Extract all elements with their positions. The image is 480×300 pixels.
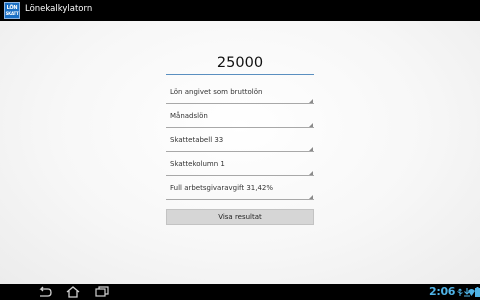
- salary-type-spinner[interactable]: Lön angivet som bruttolön: [166, 86, 314, 104]
- spinner-label: Lön angivet som bruttolön: [170, 88, 263, 96]
- spinner-label: Månadslön: [170, 112, 208, 120]
- system-bar: 2:06: [0, 284, 480, 300]
- dropdown-corner-icon: [309, 195, 313, 199]
- app-title: Lönekalkylatorn: [25, 4, 93, 14]
- wifi-icon: [468, 289, 475, 296]
- logo-text-bottom: SKATT: [5, 10, 19, 16]
- period-spinner[interactable]: Månadslön: [166, 110, 314, 128]
- spinner-underline: [166, 127, 314, 128]
- tax-table-spinner[interactable]: Skattetabell 33: [166, 134, 314, 152]
- dropdown-corner-icon: [309, 123, 313, 127]
- spinner-underline: [166, 103, 314, 104]
- spinner-label: Skattekolumn 1: [170, 160, 225, 168]
- main-content: 25000 Lön angivet som bruttolön Månadslö…: [0, 21, 480, 284]
- spinner-label: Full arbetsgivaravgift 31,42%: [170, 184, 274, 192]
- back-icon[interactable]: [36, 286, 52, 298]
- salary-input[interactable]: 25000: [166, 55, 314, 71]
- spinner-underline: [166, 151, 314, 152]
- clock: 2:06: [429, 285, 456, 298]
- spinner-underline: [166, 199, 314, 200]
- show-result-button[interactable]: Visa resultat: [166, 209, 314, 225]
- action-bar: LÖN SKATT Lönekalkylatorn: [0, 0, 480, 21]
- home-icon[interactable]: [65, 286, 81, 298]
- app-logo[interactable]: LÖN SKATT: [4, 2, 20, 19]
- dropdown-corner-icon: [309, 99, 313, 103]
- employer-fee-spinner[interactable]: Full arbetsgivaravgift 31,42%: [166, 182, 314, 200]
- logo-text-top: LÖN: [6, 4, 18, 11]
- recent-apps-icon[interactable]: [94, 286, 110, 298]
- salary-input-underline: [166, 74, 314, 75]
- battery-icon: [475, 287, 480, 297]
- dropdown-corner-icon: [309, 147, 313, 151]
- dropdown-corner-icon: [309, 171, 313, 175]
- spinner-label: Skattetabell 33: [170, 136, 224, 144]
- spinner-underline: [166, 175, 314, 176]
- tax-column-spinner[interactable]: Skattekolumn 1: [166, 158, 314, 176]
